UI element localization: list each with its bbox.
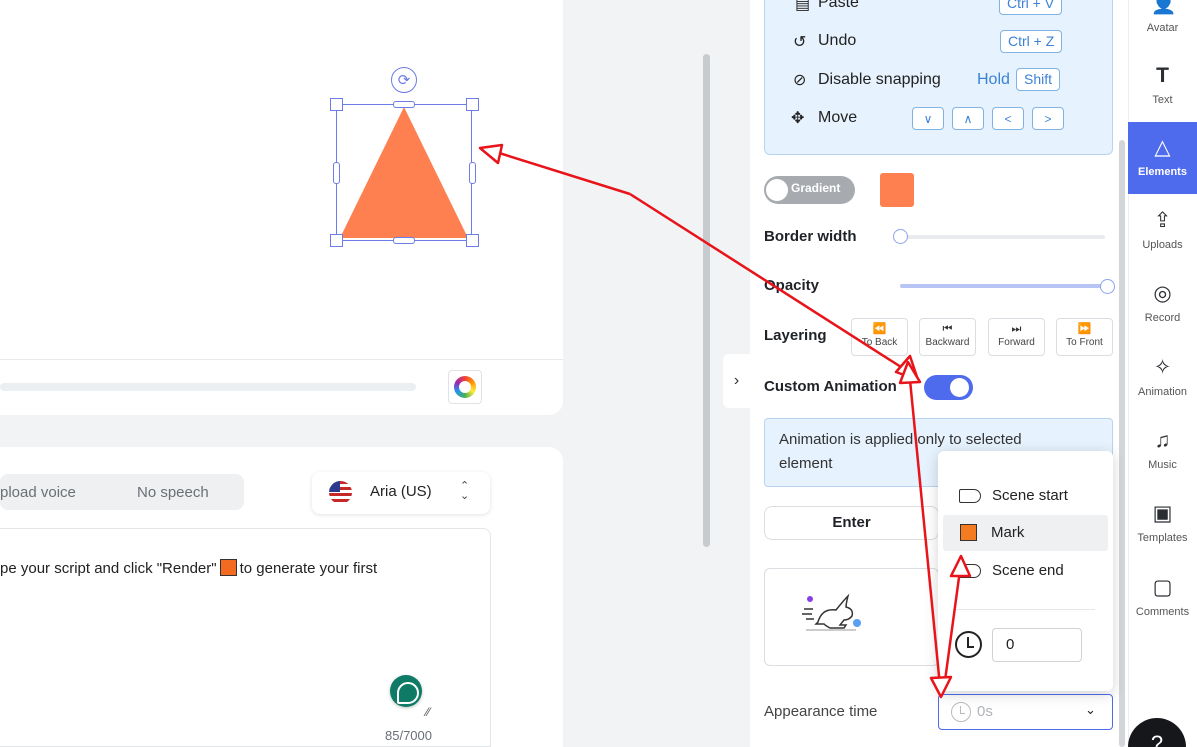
menu-divider [953,609,1095,610]
chevron-down-icon: ⌄ [1085,702,1096,717]
sidebar-item-uploads[interactable]: ⇪ Uploads [1128,209,1197,251]
upload-voice-option[interactable]: pload voice [0,484,76,501]
paste-icon: ▤ [795,0,811,13]
resize-handle-top-right[interactable] [466,98,479,111]
script-text[interactable]: pe your script and click "Render" to gene… [0,559,377,577]
undo-label: Undo [818,32,857,49]
rotate-icon[interactable]: ⟳ [391,67,417,93]
menu-item-mark[interactable]: Mark [991,524,1024,541]
character-count: 85/7000 [385,728,432,743]
opacity-label: Opacity [764,277,820,294]
sidebar-item-elements[interactable]: △ Elements [1128,136,1197,178]
arrow-up-key: ∧ [952,107,984,130]
sidebar-item-record[interactable]: ◎ Record [1128,282,1197,324]
clock-icon [951,702,971,722]
menu-item-scene-start[interactable]: Scene start [992,487,1068,504]
layering-label: Layering [764,327,827,344]
appearance-time-label: Appearance time [764,703,878,720]
avatar-icon: 👤 [1150,0,1177,15]
arrow-down-key: ∨ [912,107,944,130]
resize-handle-bottom[interactable] [393,237,415,244]
no-speech-option[interactable]: No speech [137,484,209,501]
to-back-button[interactable]: ⏪ To Back [851,318,908,356]
resize-handle-bottom-right[interactable] [466,234,479,247]
sparkle-icon: ✧ [1153,356,1172,379]
border-width-thumb[interactable] [893,229,908,244]
upload-icon: ⇪ [1153,209,1172,232]
rabbit-icon [802,593,861,631]
panel-scrollbar[interactable] [1119,140,1125,747]
move-icon: ✥ [791,110,805,127]
image-icon: ▣ [1152,502,1173,525]
sidebar-item-templates[interactable]: ▣ Templates [1128,502,1197,544]
gradient-label: Gradient [791,181,841,195]
fill-color-swatch[interactable] [880,173,914,207]
color-picker-button[interactable] [448,370,482,404]
sidebar-item-music[interactable]: ♫ Music [1128,429,1197,471]
disable-snapping-icon: ⊘ [793,72,807,89]
arrow-left-key: < [992,107,1024,130]
scene-start-icon [959,489,981,503]
render-square-icon [219,559,237,576]
paste-shortcut: Ctrl + V [999,0,1063,15]
main-scrollbar[interactable] [703,54,710,547]
hold-label: Hold [977,71,1010,88]
chevron-updown-icon: ⌃ ⌄ [460,480,470,502]
resize-handle-bottom-left[interactable] [330,234,343,247]
to-front-icon: ⏩ [1077,323,1092,335]
arrow-right-key: > [1032,107,1064,130]
menu-item-scene-end[interactable]: Scene end [992,562,1064,579]
opacity-thumb[interactable] [1100,279,1115,294]
color-wheel-icon [454,376,476,398]
scene-end-icon [959,564,981,578]
border-width-label: Border width [764,228,857,245]
resize-handle-top-left[interactable] [330,98,343,111]
to-front-button[interactable]: ⏩ To Front [1056,318,1113,356]
comment-icon: ▢ [1152,576,1173,599]
paste-label: Paste [818,0,859,11]
chat-assistant-icon[interactable] [390,675,422,707]
backward-button[interactable]: ⏮ Backward [919,318,976,356]
divider [0,359,563,360]
custom-time-input[interactable]: 0 [992,628,1082,662]
shapes-icon: △ [1154,136,1171,159]
to-back-icon: ⏪ [872,323,887,335]
resize-handle-right[interactable] [469,162,476,184]
record-icon: ◎ [1153,282,1172,305]
chevron-right-icon: › [733,372,740,389]
us-flag-icon [329,481,352,504]
gradient-toggle-knob [766,179,788,201]
move-label: Move [818,109,858,126]
custom-animation-knob [950,378,969,397]
custom-animation-label: Custom Animation [764,378,897,395]
opacity-slider[interactable] [900,284,1105,288]
voice-name: Aria (US) [370,483,432,500]
forward-button[interactable]: ⏭ Forward [988,318,1045,356]
resize-handle-top[interactable] [393,101,415,108]
time-clock-icon [955,631,982,658]
backward-icon: ⏮ [942,323,953,335]
undo-icon: ↺ [793,34,807,51]
sidebar-item-text[interactable]: T Text [1128,64,1197,106]
sidebar-item-animation[interactable]: ✧ Animation [1128,356,1197,398]
selection-box[interactable] [336,104,472,241]
resize-handle-left[interactable] [333,162,340,184]
tab-enter[interactable]: Enter [764,506,939,540]
music-icon: ♫ [1154,429,1171,452]
shift-shortcut: Shift [1016,68,1061,91]
mark-icon [960,524,977,541]
text-icon: T [1156,64,1169,87]
collapse-panel-button[interactable]: › [723,354,750,408]
canvas-area[interactable] [0,0,563,415]
appearance-time-value: 0s [977,703,993,720]
timeline-scrubber[interactable] [0,383,416,391]
undo-shortcut: Ctrl + Z [1000,30,1063,53]
border-width-slider[interactable] [900,235,1105,239]
sidebar-item-avatar[interactable]: 👤 Avatar [1128,0,1197,34]
snapping-label: Disable snapping [818,71,941,88]
forward-icon: ⏭ [1011,323,1022,335]
sidebar-item-comments[interactable]: ▢ Comments [1128,576,1197,618]
resize-grip-icon[interactable]: ⁄⁄ [426,705,430,719]
